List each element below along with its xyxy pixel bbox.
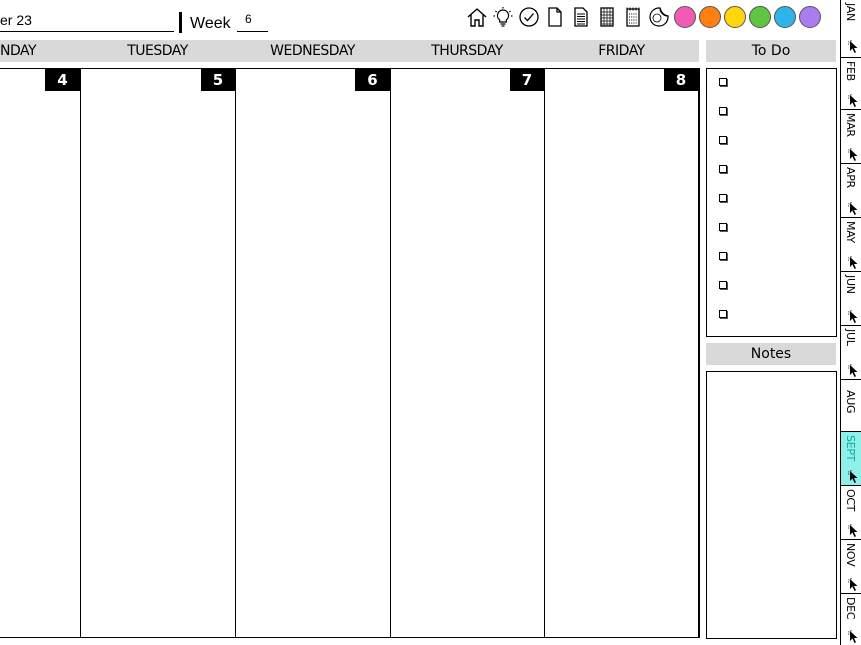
checkbox[interactable] [719,194,727,202]
todo-item[interactable] [719,132,824,148]
todo-item[interactable] [719,103,824,119]
cursor-icon [848,148,858,161]
checkbox[interactable] [719,107,727,115]
day-number: 7 [510,69,544,91]
color-swatch-blue[interactable] [774,6,796,28]
tab-dec[interactable]: DEC [841,594,861,645]
month-label: MAY [844,221,857,243]
checkbox[interactable] [719,78,727,86]
tab-jul[interactable]: JUL [841,326,861,380]
cursor-icon [848,630,858,643]
tab-apr[interactable]: APR [841,164,861,218]
checkbox[interactable] [719,310,727,318]
day-column-thursday[interactable]: 7 [391,69,545,637]
tab-feb[interactable]: FEB [841,58,861,110]
week-number-field[interactable]: 6 [237,10,268,32]
page-icon[interactable] [544,6,566,28]
day-number: 8 [664,69,698,91]
tab-jan[interactable]: JAN [841,0,861,58]
notes-area[interactable] [706,371,837,639]
color-swatch-green[interactable] [749,6,771,28]
day-number: 4 [45,69,80,91]
cursor-icon [848,524,858,537]
checkbox[interactable] [719,252,727,260]
week-label: Week [190,15,231,32]
tab-sept[interactable]: SEPT [841,432,861,486]
checkbox[interactable] [719,281,727,289]
todo-item[interactable] [719,161,824,177]
day-header-tuesday: TUESDAY [80,40,235,62]
date-field[interactable]: er 23 [0,10,174,32]
tab-aug[interactable]: AUG [841,380,861,432]
month-tabs: JAN FEB MAR APR MAY JUN JUL AUG SEPT OCT… [840,0,861,645]
cursor-icon [848,364,858,377]
lined-page-icon[interactable] [570,6,592,28]
color-swatch-orange[interactable] [699,6,721,28]
cursor-icon [848,202,858,215]
todo-item[interactable] [719,248,824,264]
todo-item[interactable] [719,306,824,322]
header-divider [179,12,182,33]
lightbulb-icon[interactable] [492,6,514,28]
cursor-icon [848,256,858,269]
todo-title: To Do [706,40,836,62]
cursor-icon [848,94,858,107]
todo-item[interactable] [719,277,824,293]
month-label: SEPT [844,435,857,462]
month-label: APR [844,167,857,188]
tab-nov[interactable]: NOV [841,540,861,594]
month-label: NOV [844,543,857,567]
day-header-friday: FRIDAY [544,40,699,62]
checkbox[interactable] [719,136,727,144]
tab-jun[interactable]: JUN [841,272,861,326]
todo-item[interactable] [719,74,824,90]
week-grid: 4 5 6 7 8 [0,68,700,638]
color-swatch-purple[interactable] [799,6,821,28]
month-label: JUL [844,329,857,346]
cursor-icon [848,470,858,483]
month-label: JUN [844,275,857,294]
month-label: FEB [844,61,857,81]
day-number: 6 [355,69,390,91]
day-column-tuesday[interactable]: 5 [81,69,236,637]
day-column-monday[interactable]: 4 [0,69,81,637]
month-label: JAN [844,3,857,21]
cursor-icon [848,310,858,323]
day-number: 5 [201,69,235,91]
day-column-friday[interactable]: 8 [545,69,699,637]
cursor-icon [848,578,858,591]
sticker-icon[interactable] [648,6,670,28]
todo-item[interactable] [719,190,824,206]
home-icon[interactable] [466,6,488,28]
day-header-wednesday: WEDNESDAY [235,40,390,62]
month-label: DEC [844,597,857,620]
tab-may[interactable]: MAY [841,218,861,272]
color-swatch-pink[interactable] [674,6,696,28]
month-label: AUG [844,390,857,414]
todo-item[interactable] [719,219,824,235]
toolbar [466,4,824,30]
tab-oct[interactable]: OCT [841,486,861,540]
tab-mar[interactable]: MAR [841,110,861,164]
day-header-monday: NDAY [0,40,80,62]
day-column-wednesday[interactable]: 6 [236,69,391,637]
notes-title: Notes [706,343,836,365]
day-header-thursday: THURSDAY [390,40,544,62]
todo-list [706,68,837,337]
color-swatch-yellow[interactable] [724,6,746,28]
dotted-page-icon[interactable] [622,6,644,28]
month-label: MAR [844,113,857,137]
grid-page-icon[interactable] [596,6,618,28]
check-circle-icon[interactable] [518,6,540,28]
cursor-icon [848,40,858,53]
checkbox[interactable] [719,165,727,173]
month-label: OCT [844,489,857,512]
checkbox[interactable] [719,223,727,231]
